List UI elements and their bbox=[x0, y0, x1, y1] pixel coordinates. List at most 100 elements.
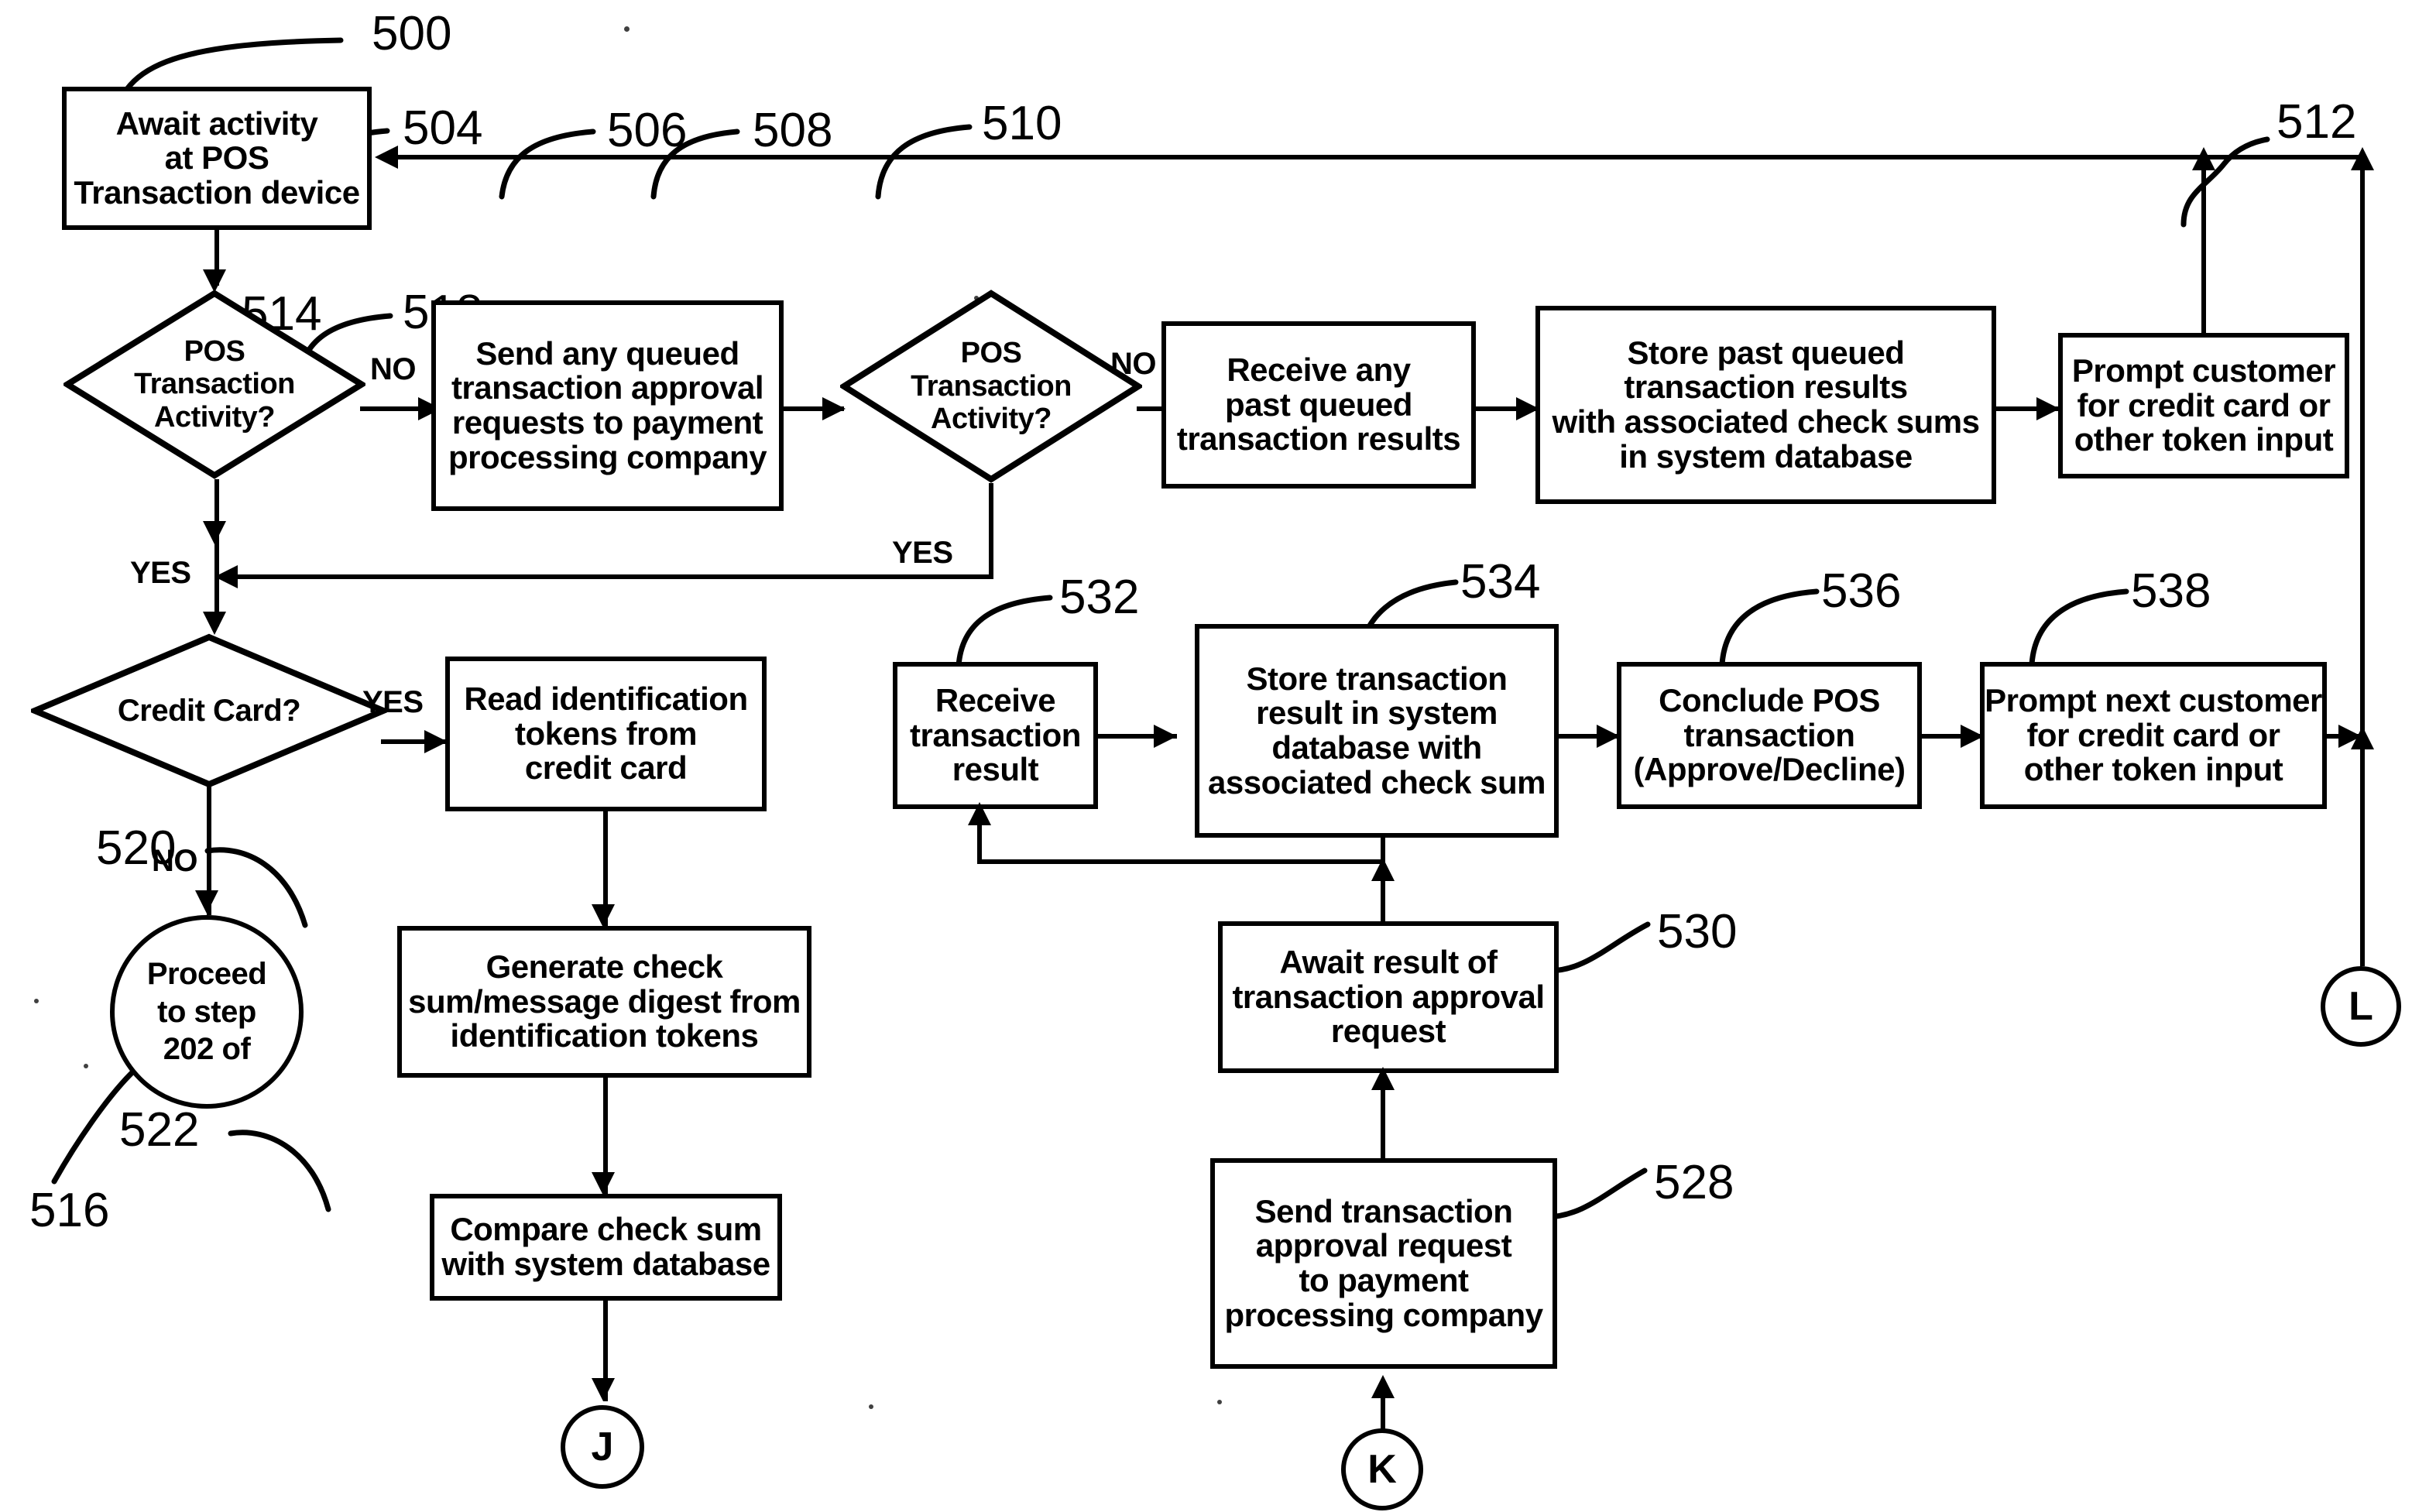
node-pos-transaction-activity-2: POS Transaction Activity? bbox=[840, 290, 1142, 483]
node-pos-transaction-activity-1: POS Transaction Activity? bbox=[63, 290, 365, 479]
arrowhead-530-to-534 bbox=[1371, 858, 1395, 881]
connector-L: L bbox=[2321, 966, 2401, 1047]
ref-534: 534 bbox=[1460, 555, 1541, 609]
node-520-label: Generate check sum/message digest from ide… bbox=[408, 948, 801, 1054]
leader-528 bbox=[1541, 1161, 1649, 1223]
arrowhead-514-516 bbox=[195, 890, 218, 914]
flowchart-canvas: 500 502 504 506 508 510 512 514 516 518 … bbox=[0, 0, 2436, 1512]
scan-speck bbox=[974, 296, 979, 300]
node-522-label: Compare check sum with system database bbox=[441, 1211, 770, 1282]
node-compare-check-sum: Compare check sum with system database bbox=[430, 1194, 782, 1301]
node-prompt-customer-credit-card: Prompt customer for credit card or other t… bbox=[2058, 333, 2349, 478]
node-send-queued-approval-requests: Send any queued transaction approval reque… bbox=[431, 300, 784, 511]
node-528-label: Send transaction approval request to payme… bbox=[1224, 1192, 1543, 1333]
arrowhead-510-512 bbox=[2036, 397, 2060, 420]
edge-label-506-no: NO bbox=[1110, 347, 1157, 381]
ref-504: 504 bbox=[403, 101, 483, 155]
node-proceed-to-step-202: Proceed to step 202 of bbox=[110, 915, 304, 1109]
arrowhead-feedback-to-532 bbox=[968, 802, 991, 825]
leader-538 bbox=[2027, 582, 2131, 667]
leader-522 bbox=[226, 1123, 335, 1214]
edge-L-top-horizontal bbox=[2201, 155, 2364, 159]
node-508-label: Receive any past queued transaction result… bbox=[1176, 351, 1461, 458]
connector-K: K bbox=[1341, 1428, 1423, 1510]
connector-J: J bbox=[561, 1405, 644, 1489]
ref-532: 532 bbox=[1059, 571, 1140, 624]
arrowhead-518-520 bbox=[592, 904, 615, 927]
node-534-label: Store transaction result in system databas… bbox=[1208, 660, 1546, 801]
node-502-label: POS Transaction Activity? bbox=[134, 334, 295, 434]
node-538-label: Prompt next customer for credit card or ot… bbox=[1985, 682, 2322, 788]
ref-516: 516 bbox=[29, 1184, 110, 1237]
edge-506-yes-horizontal bbox=[219, 574, 993, 579]
node-await-result-of-approval: Await result of transaction approval reque… bbox=[1218, 921, 1559, 1073]
ref-510: 510 bbox=[982, 97, 1062, 150]
node-conclude-pos-transaction: Conclude POS transaction (Approve/Decline) bbox=[1617, 662, 1922, 809]
edge-512-return-vertical bbox=[2201, 155, 2206, 334]
edge-label-514-no: NO bbox=[152, 844, 198, 878]
connector-K-label: K bbox=[1367, 1447, 1397, 1492]
connector-J-label: J bbox=[591, 1425, 614, 1469]
leader-530 bbox=[1544, 914, 1652, 979]
edge-label-514-yes: YES bbox=[362, 685, 424, 719]
node-504-label: Send any queued transaction approval reque… bbox=[448, 334, 767, 475]
node-500-label: Await activity at POS Transaction device bbox=[74, 105, 360, 211]
node-516-label: Proceed to step 202 of bbox=[146, 956, 267, 1067]
arrowhead-528-530 bbox=[1371, 1067, 1395, 1090]
scan-speck bbox=[1217, 1400, 1222, 1404]
edge-label-502-yes: YES bbox=[130, 556, 191, 590]
edge-return-to-500-horizontal bbox=[379, 155, 2204, 159]
edge-502-yes-vertical bbox=[214, 479, 219, 626]
scan-speck bbox=[84, 1064, 88, 1068]
arrowhead-506-yes-join bbox=[214, 565, 238, 588]
leader-512 bbox=[2179, 130, 2272, 228]
node-536-label: Conclude POS transaction (Approve/Decline) bbox=[1633, 682, 1906, 788]
node-send-approval-request: Send transaction approval request to payme… bbox=[1210, 1158, 1557, 1369]
arrowhead-L-up bbox=[2351, 147, 2374, 170]
arrowhead-514-518 bbox=[424, 730, 448, 753]
node-532-label: Receive transaction result bbox=[910, 682, 1081, 788]
leader-536 bbox=[1717, 582, 1821, 667]
arrowhead-502-yes-mid bbox=[203, 521, 226, 544]
node-read-identification-tokens: Read identification tokens from credit car… bbox=[445, 657, 767, 811]
node-530-label: Await result of transaction approval reque… bbox=[1232, 944, 1545, 1050]
edge-506-yes-vertical bbox=[989, 483, 993, 579]
node-await-activity-at-pos: Await activity at POS Transaction device bbox=[62, 87, 372, 230]
node-prompt-next-customer: Prompt next customer for credit card or ot… bbox=[1980, 662, 2327, 809]
node-receive-past-queued-results: Receive any past queued transaction result… bbox=[1161, 321, 1476, 489]
arrowhead-520-522 bbox=[592, 1172, 615, 1195]
ref-538: 538 bbox=[2131, 564, 2211, 618]
arrowhead-L-column-up bbox=[2351, 726, 2374, 749]
node-506-label: POS Transaction Activity? bbox=[911, 337, 1072, 436]
arrowhead-532-534 bbox=[1154, 725, 1177, 748]
ref-512: 512 bbox=[2276, 95, 2357, 149]
ref-530: 530 bbox=[1657, 905, 1738, 958]
arrowhead-K-528 bbox=[1371, 1375, 1395, 1398]
arrowhead-522-J bbox=[592, 1378, 615, 1401]
node-store-past-queued-results: Store past queued transaction results with… bbox=[1535, 306, 1996, 504]
arrowhead-502-yes-to-514 bbox=[203, 612, 226, 635]
ref-506: 506 bbox=[607, 104, 688, 157]
scan-speck bbox=[869, 1404, 873, 1409]
node-store-transaction-result: Store transaction result in system databas… bbox=[1195, 624, 1559, 838]
node-receive-transaction-result: Receive transaction result bbox=[893, 662, 1098, 809]
node-514-label: Credit Card? bbox=[117, 693, 301, 728]
node-510-label: Store past queued transaction results with… bbox=[1552, 334, 1980, 475]
edge-feedback-horizontal bbox=[977, 859, 1385, 864]
edge-L-lower-vertical bbox=[2360, 734, 2365, 966]
node-512-label: Prompt customer for credit card or other t… bbox=[2071, 352, 2336, 458]
leader-506 bbox=[497, 122, 598, 200]
edge-label-506-yes: YES bbox=[892, 536, 953, 570]
arrowhead-return-to-500 bbox=[375, 146, 398, 169]
node-518-label: Read identification tokens from credit car… bbox=[464, 681, 748, 787]
node-credit-card-decision: Credit Card? bbox=[31, 633, 387, 788]
ref-536: 536 bbox=[1821, 564, 1902, 618]
connector-L-label: L bbox=[2349, 984, 2373, 1029]
scan-speck bbox=[624, 26, 630, 32]
ref-508: 508 bbox=[753, 104, 833, 157]
ref-528: 528 bbox=[1654, 1156, 1734, 1209]
scan-speck bbox=[34, 999, 39, 1003]
ref-522: 522 bbox=[119, 1103, 200, 1157]
ref-500: 500 bbox=[372, 7, 452, 60]
leader-532 bbox=[954, 588, 1055, 669]
